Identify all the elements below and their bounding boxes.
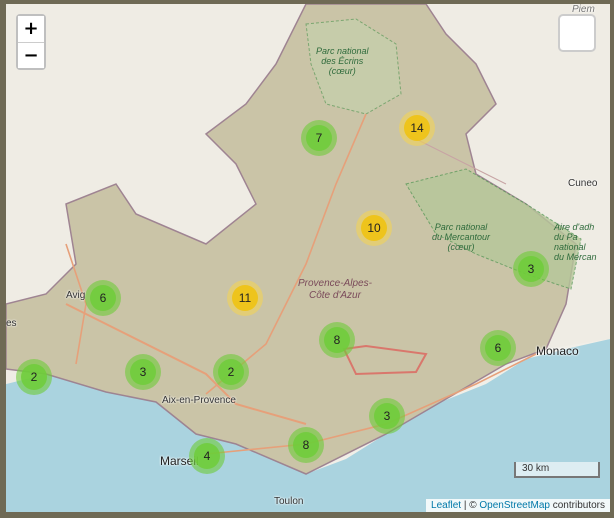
aix-label: Aix-en-Provence [162,395,236,406]
region-label: Provence-Alpes- Côte d'Azur [298,278,372,301]
zoom-control: + − [16,14,46,70]
cluster-marker[interactable]: 14 [399,110,435,146]
attribution: Leaflet | © OpenStreetMap contributors [426,499,610,512]
ecrins-park-label: Parc national des Écrins (cœur) [316,46,369,76]
cluster-marker[interactable]: 3 [125,354,161,390]
map-canvas[interactable]: Parc national des Écrins (cœur) Parc natio… [6,4,610,512]
monaco-label: Monaco [536,344,579,358]
cluster-marker[interactable]: 10 [356,210,392,246]
zoom-out-button[interactable]: − [18,42,44,68]
aire-adhesion-label: Aire d'adh du Pa national du Mercan [554,222,597,262]
cluster-marker[interactable]: 3 [513,251,549,287]
zoom-in-button[interactable]: + [18,16,44,42]
cluster-marker[interactable]: 2 [16,359,52,395]
leaflet-link[interactable]: Leaflet [431,500,461,511]
cluster-marker[interactable]: 11 [227,280,263,316]
layers-control-button[interactable] [558,14,596,52]
cluster-marker[interactable]: 7 [301,120,337,156]
es-label: es [6,318,17,329]
mercantour-park-label: Parc national du Mercantour (cœur) [432,222,491,252]
cluster-marker[interactable]: 3 [369,398,405,434]
osm-link[interactable]: OpenStreetMap [479,500,550,511]
cluster-marker[interactable]: 2 [213,354,249,390]
scale-bar: 30 km [514,462,600,478]
cluster-marker[interactable]: 4 [189,438,225,474]
cluster-marker[interactable]: 6 [480,330,516,366]
cluster-marker[interactable]: 8 [288,427,324,463]
cuneo-label: Cuneo [568,178,598,189]
avignon-label: Avig [66,290,86,301]
cluster-marker[interactable]: 6 [85,280,121,316]
toulon-label: Toulon [274,496,304,507]
cluster-marker[interactable]: 8 [319,322,355,358]
